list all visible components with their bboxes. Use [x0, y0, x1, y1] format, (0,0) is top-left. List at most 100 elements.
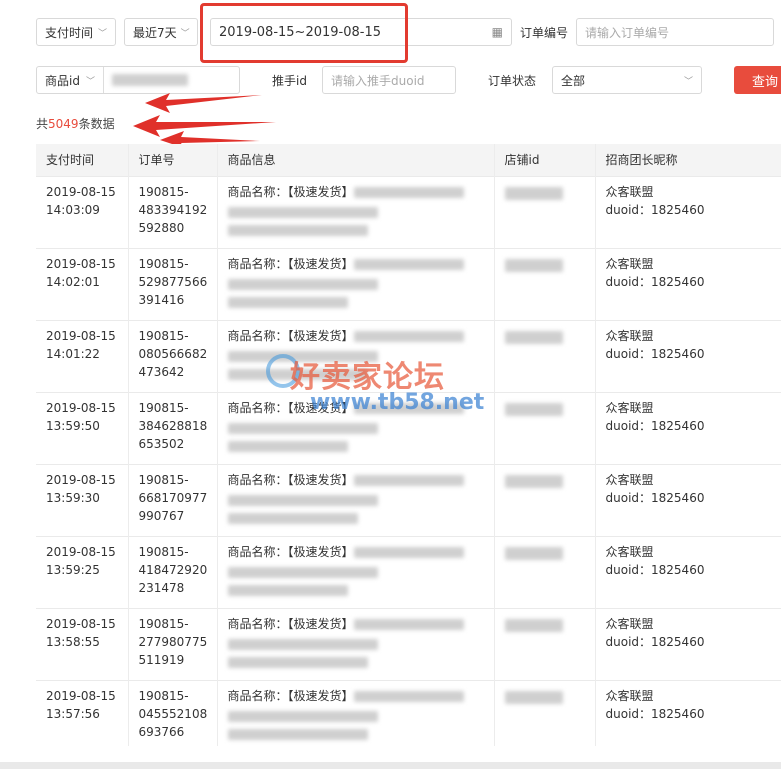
blurred-product-detail: [227, 710, 378, 722]
blurred-product-detail: [227, 584, 348, 596]
blurred-shop-id: [504, 474, 563, 488]
leader-name: 众客联盟: [605, 544, 654, 559]
time-type-select[interactable]: 支付时间 ﹀: [36, 18, 116, 46]
promoter-id-input[interactable]: 请输入推手duoid: [322, 66, 456, 94]
leader-duoid: duoid：1825460: [605, 634, 705, 649]
pay-time-cell: 2019-08-15 14:02:01: [36, 247, 129, 320]
order-no-part: 190815-: [138, 616, 189, 631]
table-body: 2019-08-15 14:03:09 190815- 483394192 592880…: [36, 175, 781, 746]
promoter-placeholder: 请输入推手duoid: [331, 73, 425, 88]
pay-time-cell: 2019-08-15 13:59:50: [36, 391, 129, 464]
time-range-value: 最近7天: [133, 25, 177, 40]
leader-name: 众客联盟: [605, 472, 654, 487]
shop-id-cell: [494, 679, 596, 746]
order-no-label: 订单编号: [520, 25, 569, 40]
leader-duoid: duoid：1825460: [605, 274, 705, 289]
product-name-prefix: 商品名称：【极速发货】: [227, 400, 354, 415]
blurred-product-name: [353, 546, 464, 558]
product-info-cell: 商品名称：【极速发货】: [217, 247, 495, 320]
pay-date: 2019-08-15: [46, 688, 116, 703]
time-range-select[interactable]: 最近7天 ﹀: [124, 18, 198, 46]
table-row: 2019-08-15 13:59:30 190815- 668170977 990767…: [36, 463, 781, 536]
order-no-part: 473642: [138, 364, 185, 379]
goods-id-field[interactable]: 商品id ﹀: [36, 66, 240, 94]
product-info-cell: 商品名称：【极速发货】: [217, 679, 495, 746]
order-no-part: 592880: [138, 220, 185, 235]
leader-cell: 众客联盟 duoid：1825460: [595, 679, 781, 746]
blurred-shop-id: [504, 546, 563, 560]
leader-name: 众客联盟: [605, 616, 654, 631]
order-no-part: 190815-: [138, 256, 189, 271]
shop-id-cell: [494, 607, 596, 680]
order-no-cell: 190815- 418472920 231478: [128, 535, 218, 608]
leader-name: 众客联盟: [605, 328, 654, 343]
order-no-cell: 190815- 277980775 511919: [128, 607, 218, 680]
pay-date: 2019-08-15: [46, 616, 116, 631]
shop-id-cell: [494, 247, 596, 320]
header-pay-time: 支付时间: [36, 144, 129, 176]
blurred-product-detail: [227, 224, 368, 236]
table-row: 2019-08-15 13:59:25 190815- 418472920 231478…: [36, 535, 781, 608]
arrow-1: [145, 93, 262, 113]
order-no-part: 045552108: [138, 706, 208, 721]
order-no-part: 190815-: [138, 544, 189, 559]
pay-time: 14:02:01: [46, 274, 100, 289]
leader-cell: 众客联盟 duoid：1825460: [595, 391, 781, 464]
blurred-shop-id: [504, 186, 563, 200]
product-info-cell: 商品名称：【极速发货】: [217, 319, 495, 392]
order-no-part: 418472920: [138, 562, 208, 577]
status-select[interactable]: 全部 ﹀: [552, 66, 702, 94]
order-no-part: 190815-: [138, 328, 189, 343]
chevron-down-icon: ﹀: [180, 28, 190, 39]
blurred-product-detail: [227, 296, 348, 308]
header-shop-id: 店铺id: [494, 144, 596, 176]
shop-id-cell: [494, 391, 596, 464]
order-no-part: 231478: [138, 580, 185, 595]
leader-name: 众客联盟: [605, 688, 654, 703]
query-button[interactable]: 查询: [734, 66, 781, 94]
product-info-cell: 商品名称：【极速发货】: [217, 607, 495, 680]
blurred-product-detail: [227, 206, 378, 218]
order-no-cell: 190815- 483394192 592880: [128, 175, 218, 248]
arrow-2: [133, 115, 276, 137]
order-no-part: 384628818: [138, 418, 208, 433]
pay-time: 13:59:50: [46, 418, 100, 433]
pay-date: 2019-08-15: [46, 400, 116, 415]
blurred-product-detail: [227, 512, 358, 524]
pay-time: 13:59:30: [46, 490, 100, 505]
table-row: 2019-08-15 14:01:22 190815- 080566682 473642…: [36, 319, 781, 392]
date-highlight-annotation: [200, 3, 408, 63]
leader-name: 众客联盟: [605, 400, 654, 415]
pay-time-cell: 2019-08-15 13:59:30: [36, 463, 129, 536]
order-no-part: 190815-: [138, 400, 189, 415]
blurred-product-detail: [227, 278, 378, 290]
order-no-input[interactable]: 请输入订单编号: [576, 18, 774, 46]
pay-time: 13:57:56: [46, 706, 100, 721]
order-no-cell: 190815- 384628818 653502: [128, 391, 218, 464]
blurred-shop-id: [504, 330, 563, 344]
horizontal-scrollbar[interactable]: [0, 762, 781, 769]
product-name-prefix: 商品名称：【极速发货】: [227, 184, 354, 199]
chevron-down-icon: ﹀: [97, 28, 107, 39]
shop-id-cell: [494, 535, 596, 608]
table-header-row: 支付时间 订单号 商品信息 店铺id 招商团长昵称: [36, 144, 781, 176]
pay-time: 14:01:22: [46, 346, 100, 361]
blurred-shop-id: [504, 690, 563, 704]
order-no-part: 391416: [138, 292, 185, 307]
pay-time: 13:58:55: [46, 634, 100, 649]
leader-duoid: duoid：1825460: [605, 490, 705, 505]
blurred-product-name: [353, 618, 464, 630]
shop-id-cell: [494, 175, 596, 248]
table-row: 2019-08-15 13:59:50 190815- 384628818 653502…: [36, 391, 781, 464]
count-prefix: 共: [36, 117, 49, 131]
product-name-prefix: 商品名称：【极速发货】: [227, 688, 354, 703]
header-product-info: 商品信息: [217, 144, 495, 176]
status-value: 全部: [561, 73, 586, 88]
pay-time-cell: 2019-08-15 13:58:55: [36, 607, 129, 680]
blurred-shop-id: [504, 258, 563, 272]
product-name-prefix: 商品名称：【极速发货】: [227, 616, 354, 631]
order-no-part: 511919: [138, 652, 185, 667]
order-no-part: 653502: [138, 436, 185, 451]
result-count: 共5049条数据: [36, 115, 115, 132]
shop-id-cell: [494, 463, 596, 536]
